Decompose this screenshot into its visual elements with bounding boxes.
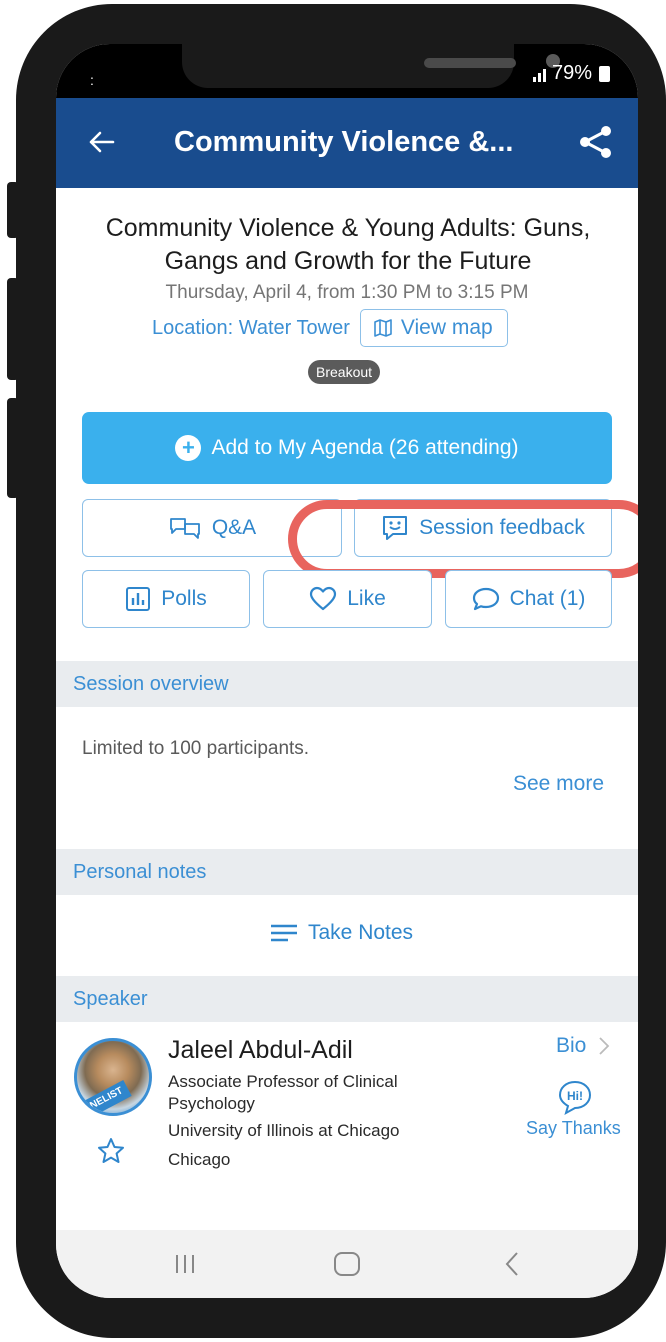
see-more-link[interactable]: See more <box>513 772 604 796</box>
session-overview-text: Limited to 100 participants. <box>82 738 310 759</box>
add-to-agenda-label: Add to My Agenda (26 attending) <box>211 436 519 459</box>
chevron-right-icon <box>599 1037 610 1055</box>
chat-label: Chat (1) <box>509 587 586 610</box>
session-time: Thursday, April 4, from 1:30 PM to 3:15 … <box>165 282 529 303</box>
nav-back-icon[interactable] <box>502 1250 522 1278</box>
app-bar: Community Violence &... <box>56 98 638 188</box>
status-icons: 79% <box>532 62 610 85</box>
speaker-city: Chicago <box>168 1150 231 1169</box>
qa-icon <box>169 518 200 539</box>
bio-label: Bio <box>556 1034 587 1057</box>
status-dot-icon: : <box>90 72 94 88</box>
heart-icon <box>310 586 337 611</box>
session-overview-heading: Session overview <box>56 661 638 707</box>
screenshot-stage: : 79% Community Violence &... Community … <box>0 0 666 1342</box>
bio-link[interactable]: Bio <box>556 1034 610 1058</box>
take-notes-button[interactable]: Take Notes <box>270 921 413 945</box>
map-icon <box>374 319 392 337</box>
system-nav-bar <box>56 1230 638 1298</box>
say-thanks-link[interactable]: Say Thanks <box>526 1118 621 1139</box>
battery-icon <box>599 65 610 82</box>
favorite-star-icon[interactable] <box>96 1136 126 1166</box>
notes-lines-icon <box>271 924 297 942</box>
say-hi-icon[interactable]: Hi! <box>556 1078 594 1116</box>
earpiece <box>424 58 516 68</box>
add-to-agenda-button[interactable]: + Add to My Agenda (26 attending) <box>82 412 612 484</box>
signal-icon <box>532 66 546 82</box>
speaker-name[interactable]: Jaleel Abdul-Adil <box>168 1036 353 1065</box>
view-map-button[interactable]: View map <box>359 309 508 347</box>
panelist-badge: PANELIST <box>77 1079 132 1113</box>
session-title: Community Violence & Young Adults: Guns,… <box>105 214 591 275</box>
personal-notes-heading: Personal notes <box>56 849 638 895</box>
app-bar-title: Community Violence &... <box>174 126 514 158</box>
session-type-badge: Breakout <box>308 360 381 384</box>
home-icon[interactable] <box>334 1252 360 1276</box>
polls-label: Polls <box>161 587 207 610</box>
polls-icon <box>126 587 151 611</box>
hi-text: Hi! <box>567 1089 583 1103</box>
chat-bubble-icon <box>472 587 499 611</box>
plus-icon: + <box>175 435 202 461</box>
view-map-label: View map <box>400 316 493 339</box>
phone-screen: : 79% Community Violence &... Community … <box>56 44 638 1298</box>
location-link[interactable]: Location: Water Tower <box>152 317 350 340</box>
speaker-avatar[interactable]: PANELIST <box>74 1038 152 1116</box>
share-icon[interactable] <box>576 122 616 162</box>
status-bar: : 79% <box>56 44 638 98</box>
speaker-title-line2: Psychology <box>168 1094 255 1113</box>
speaker-title-line1: Associate Professor of Clinical <box>168 1072 398 1091</box>
location-row: Location: Water Tower View map <box>152 309 508 347</box>
recent-apps-icon[interactable] <box>174 1254 196 1274</box>
qa-label: Q&A <box>211 516 257 539</box>
notch <box>182 44 560 88</box>
like-label: Like <box>347 587 386 610</box>
like-button[interactable]: Like <box>263 570 432 628</box>
chat-button[interactable]: Chat (1) <box>445 570 612 628</box>
polls-button[interactable]: Polls <box>82 570 250 628</box>
feedback-highlight-annotation <box>288 500 638 578</box>
take-notes-label: Take Notes <box>308 921 414 944</box>
speaker-heading: Speaker <box>56 976 638 1022</box>
battery-percent: 79% <box>551 62 592 84</box>
speaker-organization: University of Illinois at Chicago <box>168 1121 400 1140</box>
back-arrow-icon[interactable] <box>86 122 126 162</box>
